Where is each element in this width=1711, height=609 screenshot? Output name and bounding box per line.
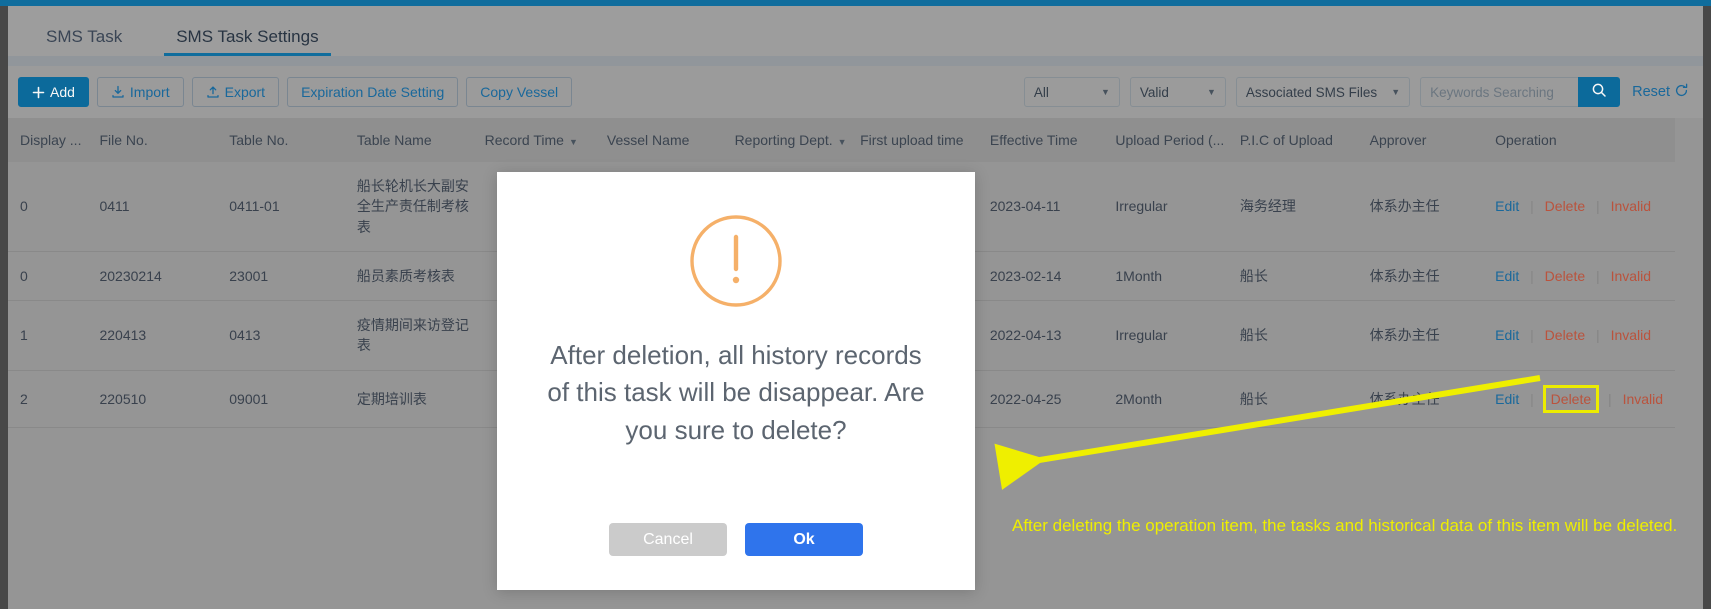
- ok-button[interactable]: Ok: [745, 523, 863, 556]
- dialog-actions: Cancel Ok: [497, 523, 975, 556]
- delete-confirm-dialog: After deletion, all history records of t…: [497, 172, 975, 590]
- cancel-button[interactable]: Cancel: [609, 523, 727, 556]
- dialog-message: After deletion, all history records of t…: [547, 340, 925, 445]
- warning-icon: [689, 214, 783, 313]
